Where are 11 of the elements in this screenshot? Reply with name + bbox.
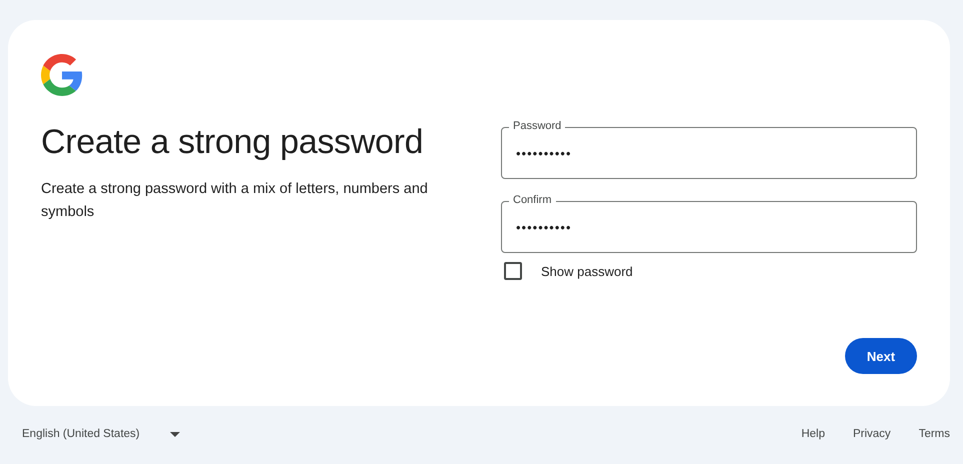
footer-link[interactable]: Help — [801, 428, 825, 440]
page-title: Create a strong password — [41, 122, 424, 163]
language-selector[interactable]: English (United States) — [22, 428, 180, 440]
show-password-checkbox[interactable] — [504, 262, 522, 280]
logo-icon — [41, 54, 83, 96]
caret-icon — [170, 432, 180, 436]
next-button[interactable]: Next — [845, 338, 917, 374]
footer-link[interactable]: Terms — [918, 428, 950, 440]
page-description: Create a strong password with a mix of letters, numbers and symbols — [41, 180, 429, 222]
footer-link[interactable]: Privacy — [852, 428, 891, 440]
show-password-label[interactable]: Show password — [541, 264, 633, 278]
